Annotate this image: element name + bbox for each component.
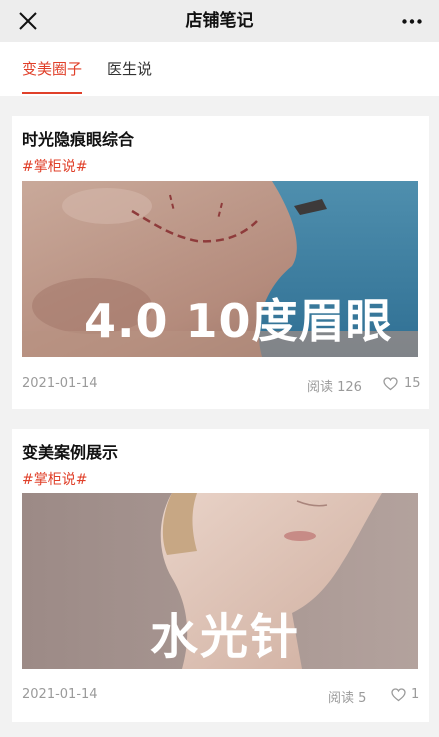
- tab-bar: 变美圈子 医生说: [0, 42, 439, 96]
- note-date: 2021-01-14: [22, 687, 98, 702]
- like-heart-icon[interactable]: [391, 688, 406, 702]
- active-tab-indicator: [22, 92, 83, 94]
- cover-overlay-text: 水光针: [150, 609, 301, 665]
- note-date: 2021-01-14: [22, 376, 98, 391]
- tab-beauty-circle[interactable]: 变美圈子: [22, 42, 83, 96]
- note-card[interactable]: 变美案例展示 #掌柜说# 水光针 2021-01-14 阅读 5 1: [12, 429, 429, 722]
- note-title: 变美案例展示: [22, 443, 119, 462]
- note-tag[interactable]: #掌柜说#: [22, 156, 87, 176]
- top-navigation-bar: 店铺笔记: [0, 0, 439, 42]
- tab-label: 变美圈子: [22, 60, 83, 78]
- more-dots-icon[interactable]: [402, 19, 422, 24]
- tab-doctor-says[interactable]: 医生说: [107, 42, 152, 96]
- note-title: 时光隐痕眼综合: [22, 130, 135, 149]
- like-heart-icon[interactable]: [383, 377, 398, 391]
- like-count: 1: [411, 687, 420, 702]
- tab-label: 医生说: [107, 60, 153, 78]
- read-count: 阅读 126: [307, 380, 362, 395]
- note-cover-image[interactable]: 4.0 10度眉眼: [22, 181, 418, 357]
- note-cover-image[interactable]: 水光针: [22, 493, 418, 669]
- note-tag[interactable]: #掌柜说#: [22, 469, 87, 489]
- like-count: 15: [404, 376, 421, 391]
- page-title: 店铺笔记: [185, 11, 254, 31]
- read-count: 阅读 5: [328, 691, 367, 706]
- cover-overlay-text: 4.0 10度眉眼: [84, 294, 393, 348]
- note-card[interactable]: 时光隐痕眼综合 #掌柜说# 4.0 10度眉眼 2021-01-14 阅读 12…: [12, 116, 429, 409]
